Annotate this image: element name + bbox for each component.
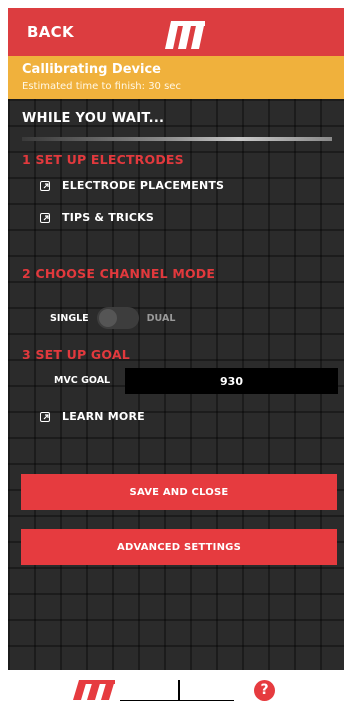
- footer-divider: [178, 680, 180, 701]
- dual-mode-label: DUAL: [146, 312, 176, 324]
- footer: ?: [0, 670, 344, 702]
- electrode-placements-label: ELECTRODE PLACEMENTS: [62, 179, 225, 192]
- brand-logo-icon[interactable]: [72, 680, 116, 700]
- while-you-wait-title: WHILE YOU WAIT...: [22, 111, 165, 126]
- calibration-title: Callibrating Device: [22, 62, 161, 77]
- top-bar: BACK: [8, 8, 344, 56]
- mvc-goal-label: MVC GOAL: [54, 375, 111, 386]
- channel-mode-toggle[interactable]: [96, 307, 139, 329]
- section-title-electrodes: 1 SET UP ELECTRODES: [22, 152, 184, 167]
- calibration-banner: Callibrating Device Estimated time to fi…: [8, 56, 344, 99]
- help-icon[interactable]: ?: [254, 680, 275, 701]
- external-link-icon: [40, 411, 50, 422]
- brand-logo-icon: [165, 21, 205, 49]
- external-link-icon: [40, 180, 50, 191]
- channel-mode-toggle-row: SINGLE DUAL: [50, 307, 175, 329]
- footer-line: [120, 700, 234, 701]
- electrode-placements-link[interactable]: ELECTRODE PLACEMENTS: [40, 179, 224, 192]
- learn-more-link[interactable]: LEARN MORE: [40, 410, 145, 423]
- advanced-settings-button[interactable]: ADVANCED SETTINGS: [21, 529, 337, 565]
- setup-panel: WHILE YOU WAIT... 1 SET UP ELECTRODES EL…: [8, 99, 344, 670]
- save-and-close-button[interactable]: SAVE AND CLOSE: [21, 474, 337, 510]
- tips-tricks-link[interactable]: TIPS & TRICKS: [40, 211, 154, 224]
- learn-more-label: LEARN MORE: [62, 410, 145, 423]
- section-title-channel: 2 CHOOSE CHANNEL MODE: [22, 266, 216, 281]
- single-mode-label: SINGLE: [50, 312, 89, 324]
- divider: [22, 137, 332, 141]
- mvc-goal-input[interactable]: [125, 368, 338, 394]
- external-link-icon: [40, 212, 50, 223]
- section-title-goal: 3 SET UP GOAL: [22, 347, 130, 362]
- calibration-subtitle: Estimated time to finish: 30 sec: [22, 81, 181, 92]
- toggle-knob: [98, 309, 117, 327]
- back-button[interactable]: BACK: [27, 23, 74, 41]
- tips-tricks-label: TIPS & TRICKS: [62, 211, 155, 224]
